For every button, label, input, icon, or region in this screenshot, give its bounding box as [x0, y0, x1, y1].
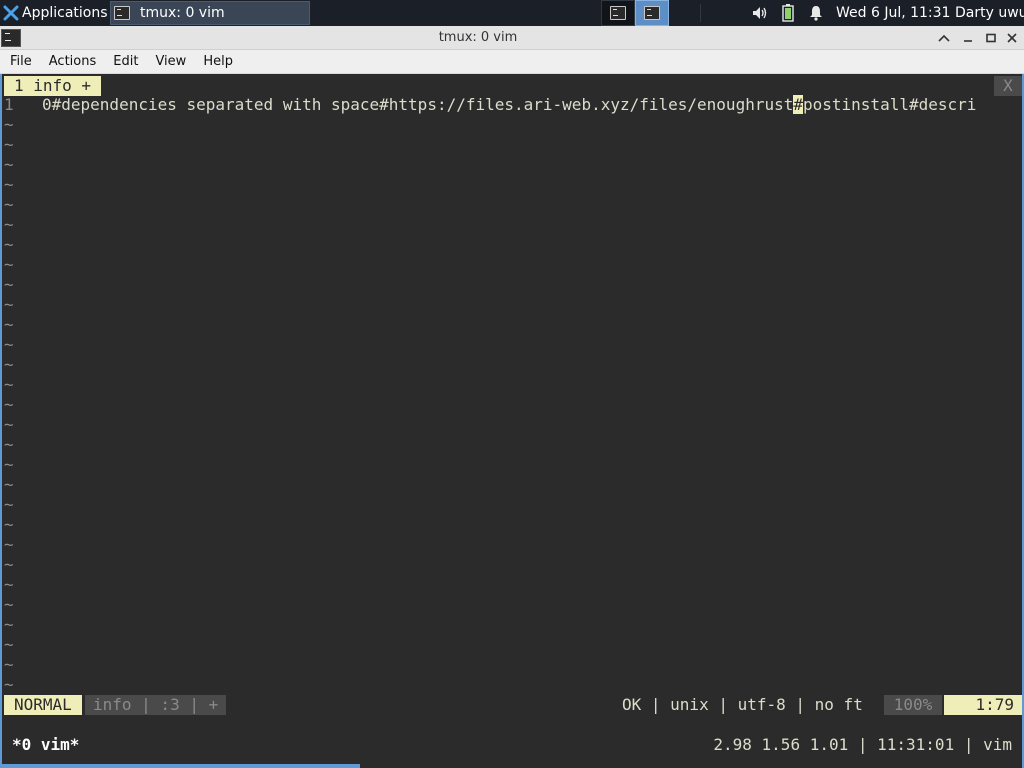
- tilde-marker: ~: [4, 295, 14, 314]
- line-text-before-cursor: 0#dependencies separated with space#http…: [42, 95, 794, 114]
- tilde-marker: ~: [4, 115, 14, 134]
- vim-buffer-line[interactable]: 1 0#dependencies separated with space#ht…: [2, 95, 1022, 115]
- menu-actions[interactable]: Actions: [40, 50, 105, 74]
- menu-edit[interactable]: Edit: [104, 50, 146, 74]
- vim-scroll-percent: 100%: [884, 695, 942, 715]
- panel-clock[interactable]: Wed 6 Jul, 11:31: [836, 0, 950, 26]
- workspace-switcher: [601, 0, 669, 26]
- maximize-button[interactable]: [981, 28, 1001, 48]
- workspace-2-button[interactable]: [635, 0, 669, 26]
- close-button[interactable]: [1002, 28, 1022, 48]
- tilde-marker: ~: [4, 275, 14, 294]
- line-text-after-cursor: postinstall#descri: [803, 95, 977, 114]
- vim-mode-indicator: NORMAL: [4, 695, 82, 715]
- menu-file[interactable]: File: [0, 50, 40, 74]
- applications-menu-button[interactable]: Applications: [0, 0, 108, 26]
- tilde-marker: ~: [4, 235, 14, 254]
- vim-tab-active[interactable]: 1 info +: [4, 76, 102, 96]
- tilde-marker: ~: [4, 335, 14, 354]
- system-tray: [750, 0, 834, 26]
- panel-username[interactable]: Darty uwu: [955, 0, 1024, 26]
- tilde-marker: ~: [4, 175, 14, 194]
- vim-statusline: NORMAL info | :3 | + OK | unix | utf-8 |…: [2, 694, 1022, 716]
- top-panel: Applications tmux: 0 vim Wed 6 Jul, 11:3…: [0, 0, 1024, 26]
- notification-bell-icon[interactable]: [806, 0, 826, 26]
- terminal-icon: [644, 6, 660, 20]
- text-cursor: #: [793, 95, 803, 114]
- terminal-icon: [610, 6, 626, 20]
- vim-file-segment: info | :3 | +: [85, 695, 227, 715]
- shade-up-button[interactable]: [934, 28, 954, 48]
- tilde-marker: ~: [4, 135, 14, 154]
- tilde-marker: ~: [4, 355, 14, 374]
- tilde-marker: ~: [4, 315, 14, 334]
- tmux-window-list[interactable]: *0 vim*: [12, 735, 79, 755]
- tilde-marker: ~: [4, 575, 14, 594]
- applications-label: Applications: [22, 5, 108, 21]
- tilde-marker: ~: [4, 635, 14, 654]
- menu-help[interactable]: Help: [194, 50, 241, 74]
- window-titlebar[interactable]: tmux: 0 vim: [0, 26, 1024, 50]
- workspace-1-button[interactable]: [601, 0, 635, 26]
- line-number: 1: [4, 95, 14, 114]
- tmux-status-right: 2.98 1.56 1.01 | 11:31:01 | vim: [713, 735, 1012, 754]
- tilde-marker: ~: [4, 455, 14, 474]
- tilde-marker: ~: [4, 515, 14, 534]
- tilde-marker: ~: [4, 535, 14, 554]
- tilde-marker: ~: [4, 435, 14, 454]
- xfce-logo-icon: [3, 5, 19, 21]
- tmux-status-bar: *0 vim* 2.98 1.56 1.01 | 11:31:01 | vim: [2, 734, 1022, 756]
- taskbar-button-label: tmux: 0 vim: [140, 5, 225, 21]
- tilde-marker: ~: [4, 155, 14, 174]
- tilde-marker: ~: [4, 655, 14, 674]
- tilde-marker: ~: [4, 215, 14, 234]
- minimize-button[interactable]: [958, 28, 978, 48]
- minimize-icon: [964, 40, 972, 42]
- battery-icon[interactable]: [778, 0, 798, 26]
- volume-icon[interactable]: [750, 0, 770, 26]
- vim-file-info: OK | unix | utf-8 | no ft: [622, 695, 863, 714]
- tilde-marker: ~: [4, 395, 14, 414]
- window-bottom-edge: [0, 764, 360, 768]
- vim-tabline: 1 info + X: [2, 75, 1022, 96]
- menubar: File Actions Edit View Help: [0, 50, 1024, 74]
- taskbar-button-tmux[interactable]: tmux: 0 vim: [110, 1, 310, 25]
- maximize-icon: [986, 33, 996, 43]
- tilde-marker: ~: [4, 675, 14, 694]
- tilde-marker: ~: [4, 475, 14, 494]
- menu-view[interactable]: View: [146, 50, 194, 74]
- window-title: tmux: 0 vim: [438, 30, 518, 45]
- panel-separator: [700, 4, 701, 22]
- close-icon: [1007, 33, 1017, 43]
- chevron-up-icon: [938, 34, 950, 42]
- terminal-icon: [114, 6, 130, 20]
- terminal-area[interactable]: 1 info + X 1 0#dependencies separated wi…: [0, 74, 1024, 768]
- tilde-marker: ~: [4, 615, 14, 634]
- tilde-marker: ~: [4, 415, 14, 434]
- tilde-marker: ~: [4, 195, 14, 214]
- tilde-marker: ~: [4, 495, 14, 514]
- tilde-marker: ~: [4, 375, 14, 394]
- tilde-marker: ~: [4, 255, 14, 274]
- tilde-marker: ~: [4, 595, 14, 614]
- vim-cursor-position: 1:79: [944, 695, 1022, 715]
- tilde-marker: ~: [4, 555, 14, 574]
- line-content: 0#dependencies separated with space#http…: [42, 95, 1012, 115]
- vim-tab-close[interactable]: X: [994, 76, 1022, 96]
